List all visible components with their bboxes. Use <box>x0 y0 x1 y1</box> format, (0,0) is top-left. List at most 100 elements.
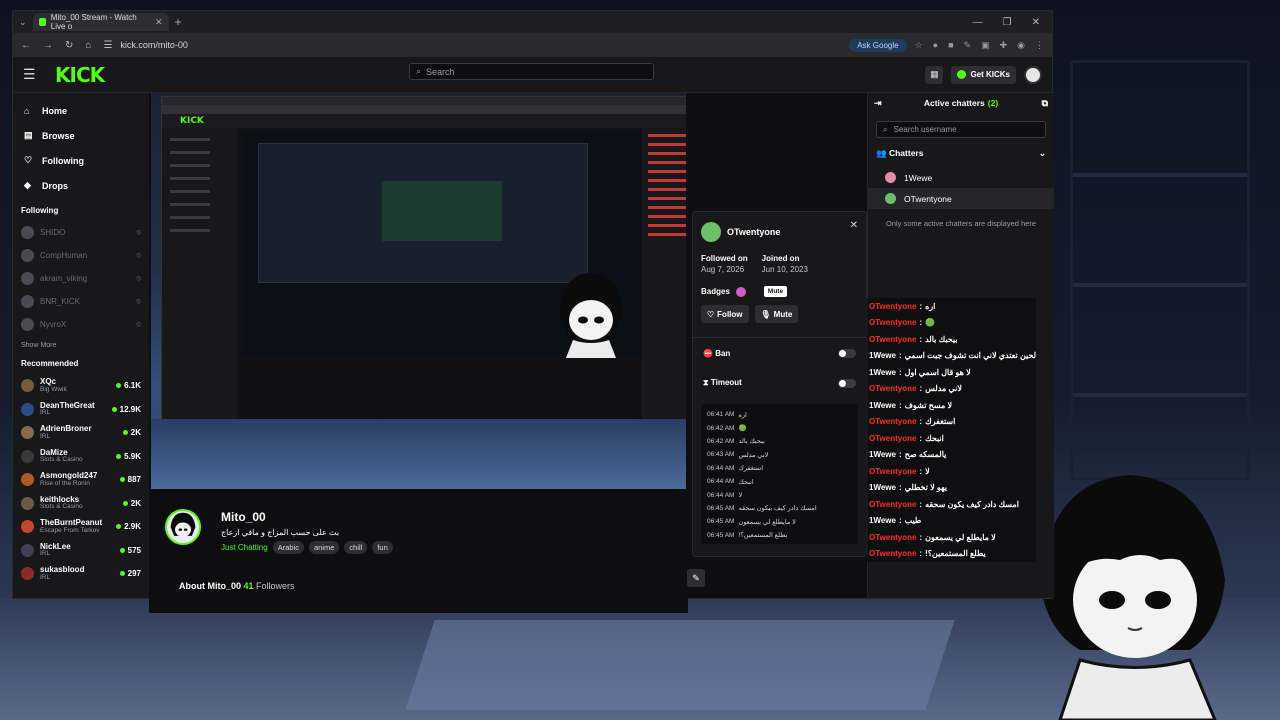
extension-icon[interactable]: ■ <box>948 40 953 51</box>
message-history[interactable]: 06:41 AM اره 06:42 AM 🟢 06:42 AM بيحبك بالد 06… <box>701 404 858 544</box>
home-browser-icon[interactable]: ⌂ <box>85 40 91 51</box>
chat-username[interactable]: OTwentyone <box>869 318 916 327</box>
reload-icon[interactable]: ↻ <box>65 40 73 51</box>
browse-icon: ▤ <box>24 130 33 140</box>
chat-username[interactable]: 1Wewe <box>869 450 896 459</box>
tab-search-icon[interactable]: ⌄ <box>19 17 27 28</box>
channel-name[interactable]: Mito_00 <box>221 510 266 524</box>
joined-on-value: Jun 10, 2023 <box>761 265 808 274</box>
viewer-count: 2.9K <box>116 522 141 531</box>
search-username-input[interactable]: ⌕ Search username <box>876 121 1046 138</box>
chat-username[interactable]: OTwentyone <box>869 549 916 558</box>
show-more-button[interactable]: Show More <box>21 342 141 349</box>
usercard-username[interactable]: OTwentyone <box>727 227 780 237</box>
category-tags: Just Chatting Arabic anime chill fun <box>221 541 393 554</box>
channel-text: NickLee IRL <box>40 542 71 558</box>
following-item[interactable]: CompHuman ⦸ <box>21 244 141 267</box>
popout-chat-icon[interactable]: ⧉ <box>1042 98 1048 109</box>
tag-chip[interactable]: anime <box>308 541 340 554</box>
chat-username[interactable]: OTwentyone <box>869 467 916 476</box>
tab-close-icon[interactable]: ✕ <box>155 17 163 28</box>
ask-google-button[interactable]: Ask Google <box>849 38 907 52</box>
chatter-item[interactable]: 1Wewe <box>868 167 1054 188</box>
following-name: NyvroX <box>40 320 67 329</box>
browser-tab-active[interactable]: Mito_00 Stream - Watch Live o ✕ <box>32 13 169 31</box>
chat-username[interactable]: OTwentyone <box>869 500 916 509</box>
avatar <box>21 249 34 262</box>
chat-username[interactable]: OTwentyone <box>869 302 916 311</box>
sidebar-item-label: Drops <box>42 180 69 191</box>
browser-menu-icon[interactable]: ⋮ <box>1035 40 1044 51</box>
user-avatar[interactable] <box>1024 65 1042 84</box>
profile-icon[interactable]: ◉ <box>1017 40 1025 51</box>
kick-logo[interactable]: KICK <box>55 63 105 87</box>
recommended-channel[interactable]: DeanTheGreat IRL 12.9K <box>21 398 141 422</box>
tag-chip[interactable]: fun <box>372 541 393 554</box>
chatter-item[interactable]: OTwentyone <box>868 188 1054 209</box>
sidebar-item-browse[interactable]: ▤ Browse <box>21 123 141 148</box>
following-item[interactable]: NyvroX ⦸ <box>21 313 141 336</box>
puzzle-extensions-icon[interactable]: ✚ <box>1000 40 1008 51</box>
bookmark-star-icon[interactable]: ☆ <box>915 40 923 51</box>
chat-username[interactable]: 1Wewe <box>869 351 896 360</box>
chat-username[interactable]: 1Wewe <box>869 368 896 377</box>
get-kicks-label: Get KICKs <box>970 70 1010 79</box>
viewer-count: 2K <box>122 428 141 437</box>
url-field[interactable]: kick.com/mito-00 <box>120 40 188 50</box>
following-item[interactable]: BNR_KICK ⦸ <box>21 290 141 313</box>
chat-username[interactable]: OTwentyone <box>869 384 916 393</box>
video-player[interactable]: KICK <box>151 93 686 489</box>
chat-username[interactable]: OTwentyone <box>869 434 916 443</box>
recommended-channel[interactable]: TheBurntPeanut Escape From Tarkov 2.9K <box>21 515 141 539</box>
message-text: لا <box>738 492 743 500</box>
category-link[interactable]: Just Chatting <box>221 543 268 552</box>
recommended-channel[interactable]: NickLee IRL 575 <box>21 539 141 563</box>
timeout-toggle[interactable] <box>838 378 856 388</box>
chatters-section-header[interactable]: 👥 Chatters ⌄ <box>876 148 1046 159</box>
recommended-channel[interactable]: XQc Big Wwik 6.1K <box>21 374 141 398</box>
recommended-channel[interactable]: Asmongold247 Rise of the Ronin 887 <box>21 468 141 492</box>
tag-chip[interactable]: chill <box>344 541 368 554</box>
get-kicks-button[interactable]: Get KICKs <box>951 65 1016 84</box>
close-icon[interactable]: ✕ <box>850 220 858 231</box>
maximize-icon[interactable]: ❐ <box>1003 17 1012 28</box>
forward-icon[interactable]: → <box>43 40 53 51</box>
recommended-channel[interactable]: keithlocks Slots & Casino 2K <box>21 492 141 516</box>
recommended-channel[interactable]: sukasblood IRL 297 <box>21 562 141 586</box>
new-tab-icon[interactable]: + <box>175 15 182 29</box>
extension-icon[interactable]: ✎ <box>964 40 972 51</box>
chat-username[interactable]: OTwentyone <box>869 417 916 426</box>
sidebar-item-following[interactable]: ♡ Following <box>21 148 141 173</box>
site-info-icon[interactable]: ☰ <box>103 40 112 51</box>
close-window-icon[interactable]: ✕ <box>1032 17 1040 28</box>
back-icon[interactable]: ← <box>21 40 31 51</box>
recommended-channel[interactable]: DaMize Slots & Casino 5.9K <box>21 445 141 469</box>
recommended-channel[interactable]: AdrienBroner IRL 2K <box>21 421 141 445</box>
channel-avatar[interactable] <box>165 509 201 545</box>
sidebar-item-home[interactable]: ⌂ Home <box>21 98 141 123</box>
edit-about-button[interactable]: ✎ <box>687 569 705 587</box>
dashboard-button[interactable]: ▦ <box>925 65 944 84</box>
extension-icon[interactable]: ● <box>933 40 938 51</box>
chat-username[interactable]: OTwentyone <box>869 533 916 542</box>
followers-count: 41 <box>243 581 254 591</box>
chat-username[interactable]: 1Wewe <box>869 401 896 410</box>
following-item[interactable]: SHIDO ⦸ <box>21 221 141 244</box>
sidebar-item-drops[interactable]: ◆ Drops <box>21 173 141 198</box>
tag-chip[interactable]: Arabic <box>272 541 304 554</box>
chat-username[interactable]: OTwentyone <box>869 335 916 344</box>
chat-username[interactable]: 1Wewe <box>869 516 896 525</box>
minimize-icon[interactable]: — <box>973 17 983 28</box>
ban-toggle[interactable] <box>838 348 856 358</box>
follow-button[interactable]: ♡ Follow <box>701 305 749 323</box>
following-item[interactable]: akram_viking ⦸ <box>21 267 141 290</box>
offline-icon: ⦸ <box>136 297 141 305</box>
mute-button[interactable]: 🎙 Mute <box>754 305 799 323</box>
collapse-chat-icon[interactable]: ⇥ <box>874 98 882 109</box>
extension-icon[interactable]: ▣ <box>981 40 990 51</box>
channel-text: TheBurntPeanut Escape From Tarkov <box>40 518 102 534</box>
menu-hamburger-icon[interactable]: ☰ <box>23 66 47 83</box>
follow-label: Follow <box>717 309 743 319</box>
chat-username[interactable]: 1Wewe <box>869 483 896 492</box>
search-input[interactable]: ⌕ Search <box>409 63 654 80</box>
